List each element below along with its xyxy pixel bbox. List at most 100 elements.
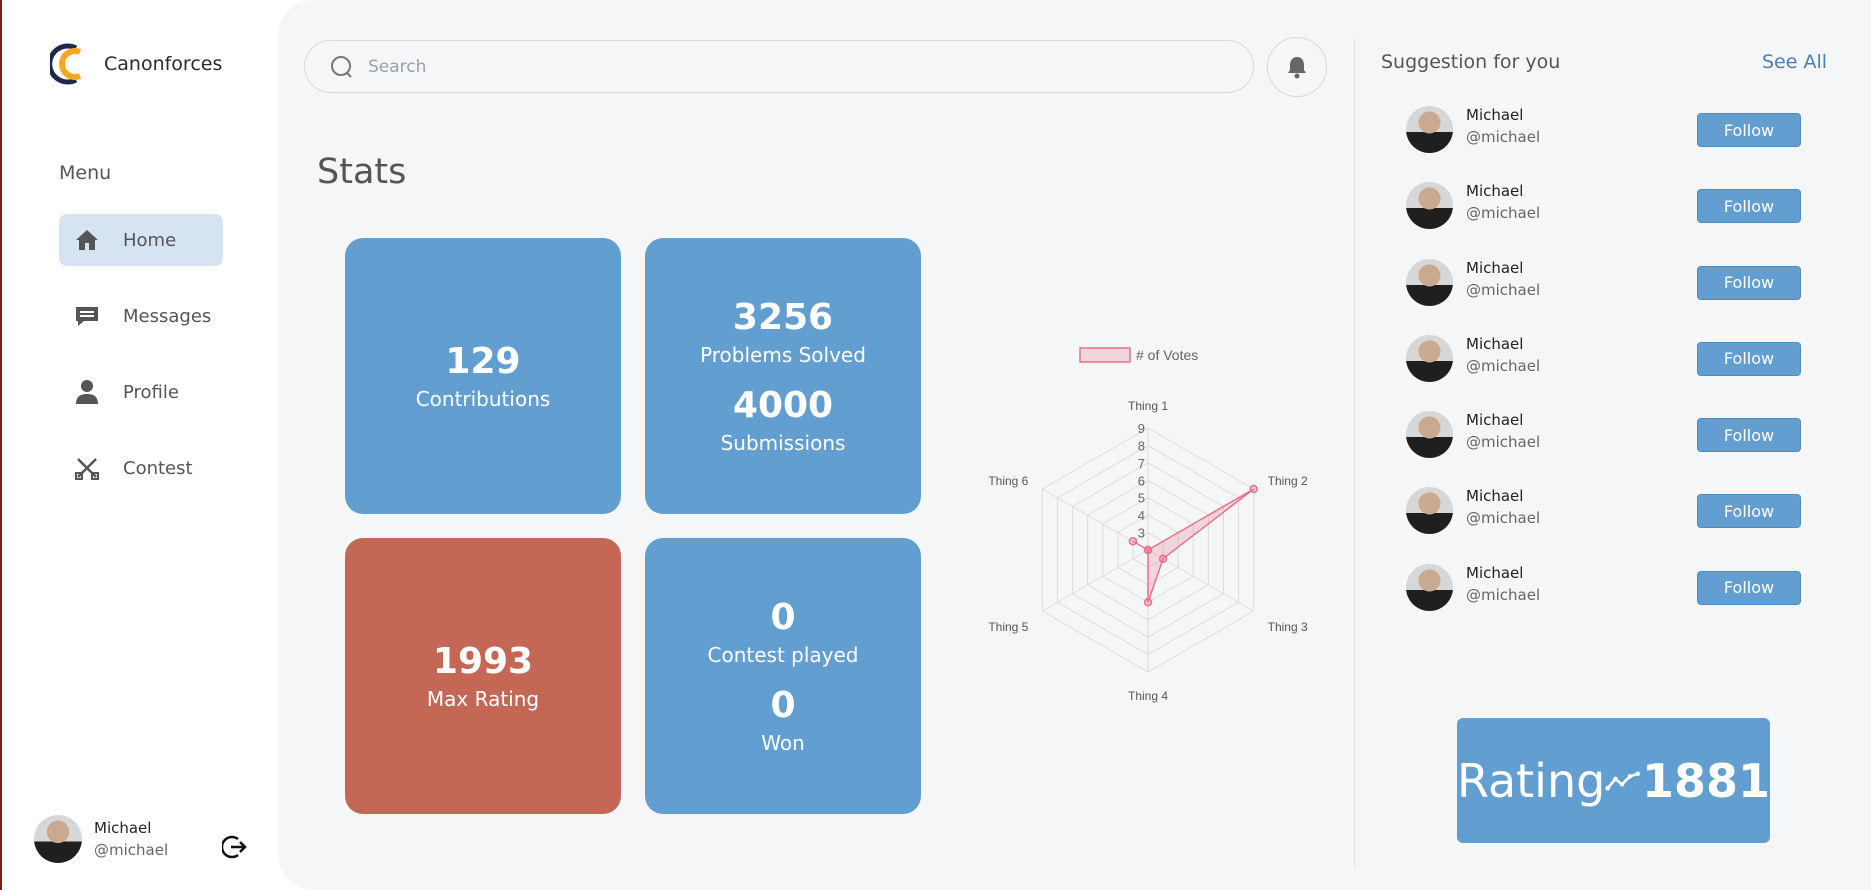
current-user[interactable]: Michael @michael [34,815,168,863]
suggestion-handle: @michael [1466,433,1541,452]
list-item: Michael @michael Follow [1406,180,1806,256]
contest-played-label: Contest played [707,643,859,667]
page-title: Stats [317,152,407,192]
suggestion-name[interactable]: Michael [1466,180,1540,202]
rating-value: 1881 [1641,753,1770,808]
suggestion-name[interactable]: Michael [1466,257,1540,279]
sidebar-item-contest[interactable]: Contest [59,442,223,494]
sidebar-item-home[interactable]: Home [59,214,223,266]
axis-label: Thing 6 [988,474,1028,488]
tick-label: 7 [1138,456,1145,471]
suggestion-name[interactable]: Michael [1466,562,1540,584]
home-icon [73,226,101,254]
follow-button[interactable]: Follow [1697,418,1801,453]
menu-label: Menu [59,162,112,184]
user-name: Michael [94,819,152,837]
bell-icon [1288,57,1306,79]
list-item: Michael @michael Follow [1406,333,1806,409]
data-point [1143,545,1153,555]
tick-label: 6 [1138,473,1145,488]
grid-spoke [1042,549,1149,612]
axis-label: Thing 1 [1128,399,1168,413]
legend-label: # of Votes [1136,347,1198,363]
see-all-link[interactable]: See All [1762,51,1827,73]
suggestion-handle: @michael [1466,356,1541,375]
follow-button[interactable]: Follow [1697,189,1801,224]
list-item: Michael @michael Follow [1406,104,1806,180]
tick-label: 8 [1138,438,1145,453]
max-rating-value: 1993 [432,641,534,682]
brand-name: Canonforces [104,53,223,75]
sidebar-item-label: Profile [123,381,179,403]
main-content: Stats 129 Contributions 3256 Problems So… [278,0,1871,890]
avatar[interactable] [1406,258,1453,306]
avatar[interactable] [1406,106,1453,153]
avatar[interactable] [1406,334,1453,382]
sidebar-item-messages[interactable]: Messages [59,290,223,342]
avatar[interactable] [1406,487,1453,535]
suggestion-handle: @michael [1466,585,1541,604]
won-label: Won [761,731,805,755]
sidebar-item-profile[interactable]: Profile [59,366,223,418]
suggestion-name[interactable]: Michael [1466,104,1540,126]
avatar[interactable] [1406,411,1453,459]
list-item: Michael @michael Follow [1406,257,1806,333]
data-point [1249,484,1258,494]
submissions-label: Submissions [720,431,846,455]
submissions-value: 4000 [732,385,834,426]
search-input[interactable] [368,56,1168,77]
suggestion-name[interactable]: Michael [1466,409,1540,431]
suggestions-title: Suggestion for you [1381,51,1561,73]
suggestion-handle: @michael [1466,128,1541,146]
suggestion-handle: @michael [1466,204,1541,223]
suggestion-handle: @michael [1466,509,1541,528]
list-item: Michael @michael Follow [1406,485,1806,561]
user-handle: @michael [94,841,169,859]
max-rating-card: 1993 Max Rating [345,538,621,814]
won-value: 0 [770,685,796,726]
axis-label: Thing 3 [1268,620,1308,634]
follow-button[interactable]: Follow [1697,265,1801,300]
suggestion-name[interactable]: Michael [1466,485,1540,507]
rating-card: Rating 1881 [1457,718,1770,843]
contributions-value: 129 [445,341,521,382]
avatar[interactable] [1406,182,1453,230]
suggestions-list: Michael @michael Follow Michael @michael Foll… [1406,104,1806,638]
search-bar[interactable] [304,40,1254,93]
avatar [34,815,82,863]
tick-label: 5 [1138,491,1145,506]
problems-solved-value: 3256 [732,297,834,338]
follow-button[interactable]: Follow [1697,494,1801,529]
follow-button[interactable]: Follow [1697,113,1801,147]
data-point [1143,598,1153,607]
follow-button[interactable]: Follow [1697,570,1801,605]
legend-swatch [1079,347,1131,363]
rating-label: Rating [1457,753,1606,808]
trend-up-icon [1605,771,1641,790]
axis-label: Thing 2 [1268,474,1308,488]
divider [1354,38,1355,868]
notifications-button[interactable] [1267,37,1327,97]
votes-radar-chart: 3 4 5 6 7 8 9 Thing 1 Thing 2 Thing 3 Thing 4 Thing… [988,347,1308,703]
problems-solved-label: Problems Solved [700,343,866,367]
axis-label: Thing 5 [988,620,1028,634]
suggestion-name[interactable]: Michael [1466,333,1540,355]
problems-card: 3256 Problems Solved 4000 Submissions [645,238,921,514]
search-icon [331,55,352,78]
sidebar-item-label: Messages [123,305,212,327]
contest-icon [73,454,101,482]
brand[interactable]: Canonforces [50,42,222,86]
sidebar-nav: Home Messages Profile Contest [59,214,223,518]
logout-icon[interactable] [222,834,248,860]
tick-label: 3 [1138,526,1145,541]
data-point [1128,537,1138,546]
canonforces-logo-icon [50,43,82,85]
tick-label: 9 [1138,421,1145,436]
messages-icon [73,302,101,330]
avatar[interactable] [1406,563,1453,611]
follow-button[interactable]: Follow [1697,341,1801,376]
contributions-label: Contributions [415,387,551,411]
contributions-card: 129 Contributions [345,238,621,514]
axis-label: Thing 4 [1128,689,1168,703]
sidebar-item-label: Home [123,229,177,251]
